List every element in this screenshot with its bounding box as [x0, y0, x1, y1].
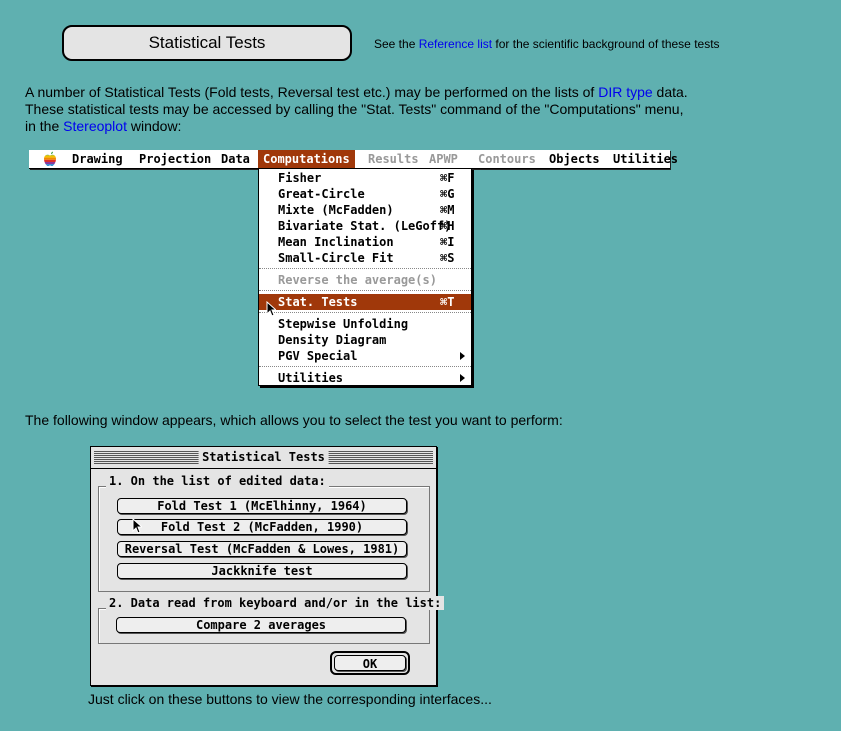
stereoplot-link[interactable]: Stereoplot	[63, 118, 127, 134]
group2-label: 2. Data read from keyboard and/or in the…	[106, 596, 445, 610]
menu-item-label: Utilities	[278, 371, 344, 385]
menu-item-label: Stepwise Unfolding	[278, 317, 409, 331]
computations-dropdown: Fisher ⌘F Great-Circle ⌘G Mixte (McFadden)…	[258, 168, 472, 386]
dialog-title-bar[interactable]: Statistical Tests	[94, 450, 433, 465]
group1-label: 1. On the list of edited data:	[106, 474, 329, 488]
statistical-tests-dialog: Statistical Tests 1. On the list of edit…	[90, 446, 445, 686]
menu-item-utilities[interactable]: Utilities	[259, 370, 471, 386]
menu-computations[interactable]: Computations	[258, 150, 355, 168]
menu-item-label: Mixte (McFadden)	[278, 203, 394, 217]
page-title-box: Statistical Tests	[62, 25, 352, 61]
menu-item-label: Small-Circle Fit	[278, 251, 394, 265]
menu-separator	[259, 366, 471, 367]
menu-contours[interactable]: Contours	[474, 150, 540, 168]
menu-item-mixte[interactable]: Mixte (McFadden) ⌘M	[259, 202, 471, 218]
menu-item-great-circle[interactable]: Great-Circle ⌘G	[259, 186, 471, 202]
menu-objects[interactable]: Objects	[545, 150, 604, 168]
menu-item-label: Stat. Tests	[278, 295, 358, 309]
reference-note-suffix: for the scientific background of these t…	[492, 37, 720, 51]
menu-item-density-diagram[interactable]: Density Diagram	[259, 332, 471, 348]
reference-note: See the Reference list for the scientifi…	[374, 37, 720, 51]
reversal-test-button[interactable]: Reversal Test (McFadden & Lowes, 1981)	[117, 541, 407, 557]
menu-item-label: PGV Special	[278, 349, 358, 363]
menu-item-stepwise-unfolding[interactable]: Stepwise Unfolding	[259, 316, 471, 332]
intro-text: data.	[652, 84, 688, 100]
dialog-title-rule	[91, 468, 436, 469]
menu-bar: Drawing Projection Data Computations Res…	[29, 150, 678, 169]
intro-line-1: A number of Statistical Tests (Fold test…	[25, 84, 688, 101]
menu-item-shortcut: ⌘F	[440, 171, 455, 185]
menu-item-label: Fisher	[278, 171, 322, 185]
menu-results[interactable]: Results	[364, 150, 423, 168]
mouse-cursor-icon	[132, 518, 142, 534]
menu-item-label: Reverse the average(s)	[278, 273, 437, 287]
intro-text: A number of Statistical Tests (Fold test…	[25, 84, 599, 100]
intro-paragraph: A number of Statistical Tests (Fold test…	[25, 84, 688, 135]
menu-item-reverse-average[interactable]: Reverse the average(s)	[259, 272, 471, 288]
menu-item-stat-tests[interactable]: Stat. Tests ⌘T	[259, 294, 471, 310]
menu-item-label: Mean Inclination	[278, 235, 394, 249]
jackknife-test-button[interactable]: Jackknife test	[117, 563, 407, 579]
menu-utilities[interactable]: Utilities	[609, 150, 682, 168]
menu-item-label: Great-Circle	[278, 187, 365, 201]
menu-separator	[259, 290, 471, 291]
menu-item-shortcut: ⌘M	[440, 203, 455, 217]
apple-icon[interactable]	[42, 151, 58, 167]
menu-item-shortcut: ⌘H	[440, 219, 455, 233]
intro-line-2: These statistical tests may be accessed …	[25, 101, 684, 117]
intro-line-3: in the Stereoplot window:	[25, 118, 688, 135]
menu-item-label: Density Diagram	[278, 333, 387, 347]
reference-list-link[interactable]: Reference list	[419, 37, 492, 51]
menu-item-mean-inclination[interactable]: Mean Inclination ⌘I	[259, 234, 471, 250]
submenu-arrow-icon	[460, 374, 465, 382]
menu-item-shortcut: ⌘T	[440, 295, 455, 309]
menu-separator	[259, 312, 471, 313]
footer-text: Just click on these buttons to view the …	[88, 691, 492, 707]
menu-item-fisher[interactable]: Fisher ⌘F	[259, 170, 471, 186]
menu-item-bivariate[interactable]: Bivariate Stat. (LeGoff) ⌘H	[259, 218, 471, 234]
menu-item-small-circle-fit[interactable]: Small-Circle Fit ⌘S	[259, 250, 471, 266]
compare-averages-button[interactable]: Compare 2 averages	[116, 617, 406, 633]
menu-apwp[interactable]: APWP	[425, 150, 462, 168]
reference-note-prefix: See the	[374, 37, 419, 51]
menu-item-label: Bivariate Stat. (LeGoff)	[278, 219, 452, 233]
menu-data[interactable]: Data	[217, 150, 254, 168]
menu-item-pgv-special[interactable]: PGV Special	[259, 348, 471, 364]
ok-button[interactable]: OK	[330, 651, 410, 675]
menu-projection[interactable]: Projection	[135, 150, 215, 168]
menu-item-shortcut: ⌘S	[440, 251, 455, 265]
menu-item-shortcut: ⌘I	[440, 235, 455, 249]
intro-text: window:	[126, 118, 182, 134]
fold-test-1-button[interactable]: Fold Test 1 (McElhinny, 1964)	[117, 498, 407, 514]
dir-type-link[interactable]: DIR type	[598, 84, 652, 100]
submenu-arrow-icon	[460, 352, 465, 360]
instruction-text: The following window appears, which allo…	[25, 412, 563, 428]
dialog-title: Statistical Tests	[198, 450, 329, 465]
ok-button-label: OK	[334, 655, 406, 671]
menu-drawing[interactable]: Drawing	[68, 150, 127, 168]
mouse-cursor-icon	[266, 301, 276, 317]
intro-text: in the	[25, 118, 64, 134]
fold-test-2-button[interactable]: Fold Test 2 (McFadden, 1990)	[117, 519, 407, 535]
menu-separator	[259, 268, 471, 269]
menu-item-shortcut: ⌘G	[440, 187, 455, 201]
page-title: Statistical Tests	[148, 33, 266, 52]
